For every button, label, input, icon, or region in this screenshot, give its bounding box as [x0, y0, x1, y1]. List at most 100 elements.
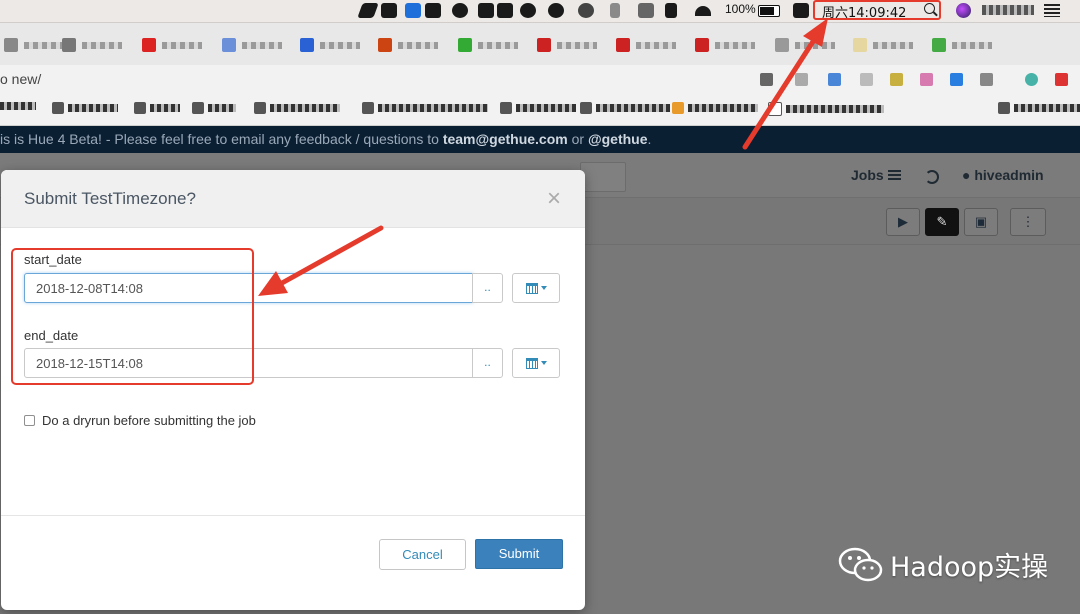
extension-icon[interactable]	[760, 73, 773, 86]
close-icon[interactable]: ×	[547, 187, 561, 211]
bookmark-item[interactable]	[254, 102, 340, 114]
tab-title-blurred	[398, 41, 438, 49]
bookmark-item[interactable]	[672, 102, 758, 114]
tab-title-blurred	[162, 41, 202, 49]
more-actions-button[interactable]: ⋮	[1010, 208, 1046, 236]
app-icon[interactable]	[497, 3, 513, 18]
dryrun-option[interactable]: Do a dryrun before submitting the job	[24, 413, 256, 428]
browser-tab[interactable]	[775, 38, 835, 52]
banner-email-link[interactable]: team@gethue.com	[443, 131, 568, 147]
tab-title-blurred	[478, 41, 518, 49]
bookmark-item[interactable]	[362, 102, 488, 114]
favicon-icon	[62, 38, 76, 52]
app-icon[interactable]	[548, 3, 564, 18]
bookmark-label-blurred	[270, 104, 340, 112]
extension-icon[interactable]	[920, 73, 933, 86]
browser-tab[interactable]	[142, 38, 202, 52]
browser-tab[interactable]	[300, 38, 360, 52]
browser-tab[interactable]	[4, 38, 64, 52]
favicon-icon	[932, 38, 946, 52]
notification-center-icon[interactable]	[1044, 4, 1060, 17]
browser-tab[interactable]	[378, 38, 438, 52]
tab-title-blurred	[636, 41, 676, 49]
browser-tab[interactable]	[853, 38, 913, 52]
app-icon[interactable]	[381, 3, 397, 18]
send-icon[interactable]	[357, 3, 379, 18]
app-icon[interactable]	[425, 3, 441, 18]
extension-icon[interactable]	[1025, 73, 1038, 86]
bookmark-item[interactable]	[998, 102, 1080, 114]
browser-tab[interactable]	[458, 38, 518, 52]
jobs-list-icon[interactable]	[888, 170, 901, 180]
app-icon[interactable]	[638, 3, 654, 18]
favicon-icon	[537, 38, 551, 52]
jobs-link[interactable]: Jobs	[851, 167, 884, 183]
time-machine-icon[interactable]	[578, 3, 594, 18]
bookmark-item[interactable]	[0, 102, 36, 110]
menubar-clock[interactable]: 周六14:09:42	[822, 2, 906, 21]
extension-icon[interactable]	[890, 73, 903, 86]
start-date-browse-button[interactable]: ..	[472, 273, 503, 303]
browser-tab[interactable]	[537, 38, 597, 52]
edit-button[interactable]: ✎	[925, 208, 959, 236]
dryrun-label: Do a dryrun before submitting the job	[42, 413, 256, 428]
bookmark-label-blurred	[516, 104, 576, 112]
spotlight-search-icon[interactable]	[924, 3, 935, 14]
date-fields-highlight-box	[11, 248, 254, 385]
user-menu[interactable]: ● hiveadmin	[962, 167, 1044, 183]
save-button[interactable]: ▣	[964, 208, 998, 236]
submit-button[interactable]: Submit	[475, 539, 563, 569]
browser-tab[interactable]	[695, 38, 755, 52]
volume-icon[interactable]	[665, 3, 677, 18]
bookmark-icon	[500, 102, 512, 114]
bookmark-item[interactable]	[52, 102, 118, 114]
wifi-icon[interactable]	[695, 6, 711, 16]
browser-tab[interactable]	[932, 38, 992, 52]
user-name-blurred[interactable]	[982, 5, 1034, 15]
app-icon[interactable]	[478, 3, 494, 18]
cancel-button[interactable]: Cancel	[379, 539, 466, 570]
browser-tab[interactable]	[62, 38, 122, 52]
qq-icon[interactable]	[452, 3, 468, 18]
browser-tab-strip	[0, 23, 1080, 65]
history-icon[interactable]	[925, 170, 939, 184]
browser-tab[interactable]	[222, 38, 282, 52]
app-icon[interactable]	[405, 3, 421, 18]
mac-menubar: 100% 周六14:09:42	[0, 0, 1080, 23]
extension-icon[interactable]	[1055, 73, 1068, 86]
dryrun-checkbox[interactable]	[24, 415, 35, 426]
browser-tab[interactable]	[616, 38, 676, 52]
extension-icon[interactable]	[860, 73, 873, 86]
bookmark-item[interactable]	[192, 102, 236, 114]
dialog-title: Submit TestTimezone?	[24, 189, 196, 208]
battery-icon[interactable]	[758, 5, 780, 17]
bookmarks-bar	[0, 95, 1080, 126]
start-date-calendar-button[interactable]	[512, 273, 560, 303]
bookmark-item[interactable]	[768, 102, 884, 116]
bookmark-icon	[134, 102, 146, 114]
end-date-browse-button[interactable]: ..	[472, 348, 503, 378]
wechat-icon[interactable]	[520, 3, 536, 18]
run-button[interactable]: ▶	[886, 208, 920, 236]
extension-icon[interactable]	[795, 73, 808, 86]
banner-twitter-link[interactable]: @gethue	[588, 131, 648, 147]
bookmark-item[interactable]	[134, 102, 180, 114]
bookmark-item[interactable]	[500, 102, 576, 114]
bookmark-label-blurred	[688, 104, 758, 112]
extension-icon[interactable]	[950, 73, 963, 86]
wechat-watermark: Hadoop实操	[838, 545, 1048, 584]
dialog-footer: Cancel Submit	[1, 515, 585, 610]
dialog-header: Submit TestTimezone? ×	[1, 170, 585, 228]
beta-banner: is is Hue 4 Beta! - Please feel free to …	[0, 126, 1080, 153]
pencil-icon: ✎	[936, 214, 948, 229]
siri-icon[interactable]	[956, 3, 971, 18]
global-search-input[interactable]	[580, 162, 626, 192]
bluetooth-icon[interactable]	[610, 3, 620, 18]
extension-icon[interactable]	[980, 73, 993, 86]
battery-percent[interactable]: 100%	[725, 2, 756, 16]
extension-icon[interactable]	[828, 73, 841, 86]
bookmark-item[interactable]	[580, 102, 670, 114]
app-icon[interactable]	[793, 3, 809, 18]
url-text[interactable]: o new/	[0, 71, 41, 87]
end-date-calendar-button[interactable]	[512, 348, 560, 378]
